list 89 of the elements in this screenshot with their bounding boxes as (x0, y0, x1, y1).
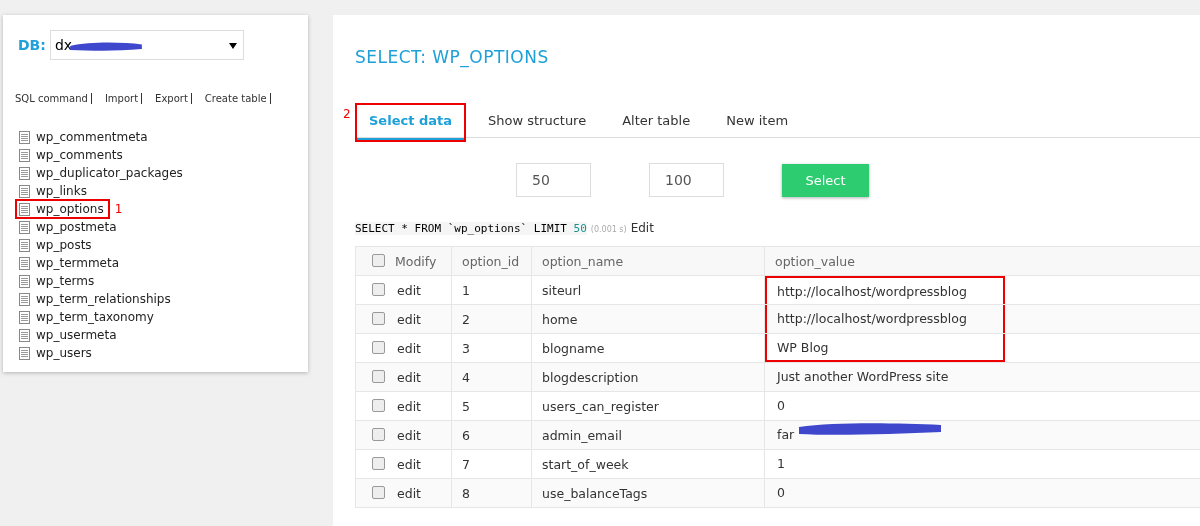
table-link[interactable]: wp_comments (15, 145, 129, 165)
edit-link[interactable]: edit (397, 311, 421, 327)
table-link[interactable]: wp_options (15, 199, 110, 219)
table-cell: http://localhost/wordpressblog (777, 284, 967, 299)
column-header: option_value (764, 246, 1200, 276)
checkbox[interactable] (372, 311, 385, 325)
edit-link[interactable]: edit (397, 398, 421, 414)
checkbox[interactable] (372, 456, 385, 470)
table-link[interactable]: wp_duplicator_packages (15, 163, 189, 183)
tab[interactable]: New item (712, 103, 803, 142)
table-icon (19, 220, 30, 234)
table-icon (19, 292, 30, 306)
menu-link[interactable]: Create table (201, 93, 270, 104)
table-cell: 1 (777, 456, 785, 471)
table-cell: blogdescription (531, 362, 765, 392)
column-header: Modify (355, 246, 452, 276)
table-link[interactable]: wp_commentmeta (15, 127, 154, 147)
table-cell: 1 (451, 275, 532, 305)
checkbox[interactable] (372, 340, 385, 354)
table-cell: blogname (531, 333, 765, 363)
table-icon (19, 148, 30, 162)
table-cell: 4 (451, 362, 532, 392)
limit-field[interactable]: 50 (516, 163, 591, 197)
table-cell: users_can_register (531, 391, 765, 421)
table-cell: 5 (451, 391, 532, 421)
edit-link[interactable]: edit (397, 340, 421, 356)
checkbox[interactable] (372, 398, 385, 412)
table-icon (19, 328, 30, 342)
table-link[interactable]: wp_terms (15, 271, 101, 291)
table-icon (19, 130, 30, 144)
tab[interactable]: Show structure (473, 103, 601, 142)
table-link[interactable]: wp_term_taxonomy (15, 307, 160, 327)
caret-icon (228, 43, 237, 49)
table-cell: 3 (451, 333, 532, 363)
table-cell: 8 (451, 478, 532, 508)
table-icon (19, 256, 30, 270)
table-cell: 6 (451, 420, 532, 450)
table-cell: use_balanceTags (531, 478, 765, 508)
table-icon (19, 202, 30, 216)
menu-link[interactable]: SQL command (12, 93, 91, 104)
table-cell: far (777, 427, 795, 442)
table-link[interactable]: wp_links (15, 181, 93, 201)
table-cell: start_of_week (531, 449, 765, 479)
callout-number: 1 (114, 202, 123, 216)
table-icon (19, 184, 30, 198)
db-label: DB: (18, 37, 46, 53)
tab[interactable]: Alter table (608, 103, 705, 142)
table-cell: WP Blog (777, 340, 829, 355)
table-cell: 0 (777, 398, 785, 413)
table-cell: Just another WordPress site (777, 369, 949, 384)
table-link[interactable]: wp_term_relationships (15, 289, 177, 309)
table-link[interactable]: wp_termmeta (15, 253, 126, 273)
table-cell: http://localhost/wordpressblog (777, 311, 967, 326)
table-link[interactable]: wp_users (15, 343, 98, 363)
table-link[interactable]: wp_posts (15, 235, 98, 255)
table-link[interactable]: wp_usermeta (15, 325, 123, 345)
edit-link[interactable]: edit (397, 282, 421, 298)
database-select[interactable]: dx (49, 30, 244, 60)
edit-link[interactable]: edit (397, 427, 421, 443)
table-icon (19, 346, 30, 360)
menu-link[interactable]: Export (152, 93, 191, 104)
edit-link[interactable]: edit (397, 369, 421, 385)
query-time: (0.001 s) (590, 225, 627, 234)
table-icon (19, 166, 30, 180)
table-link[interactable]: wp_postmeta (15, 217, 123, 237)
table-icon (19, 310, 30, 324)
table-cell: admin_email (531, 420, 765, 450)
column-header: option_name (531, 246, 765, 276)
table-cell: home (531, 304, 765, 334)
sql-query: SELECT * FROM `wp_options` LIMIT 50 (355, 222, 587, 235)
table-icon (19, 238, 30, 252)
edit-link[interactable]: edit (397, 485, 421, 501)
checkbox[interactable] (372, 282, 385, 296)
table-cell: 0 (777, 485, 785, 500)
callout-number: 2 (343, 107, 351, 121)
checkbox[interactable] (372, 253, 385, 267)
table-icon (19, 274, 30, 288)
edit-link[interactable]: Edit (630, 221, 654, 235)
checkbox[interactable] (372, 485, 385, 499)
table-cell: 2 (451, 304, 532, 334)
page-title: SELECT: WP_OPTIONS (355, 47, 550, 67)
checkbox[interactable] (372, 427, 385, 441)
column-header: option_id (451, 246, 532, 276)
table-cell: siteurl (531, 275, 765, 305)
menu-link[interactable]: Import (101, 93, 142, 104)
text-length-field[interactable]: 100 (649, 163, 724, 197)
checkbox[interactable] (372, 369, 385, 383)
edit-link[interactable]: edit (397, 456, 421, 472)
table-cell: 7 (451, 449, 532, 479)
